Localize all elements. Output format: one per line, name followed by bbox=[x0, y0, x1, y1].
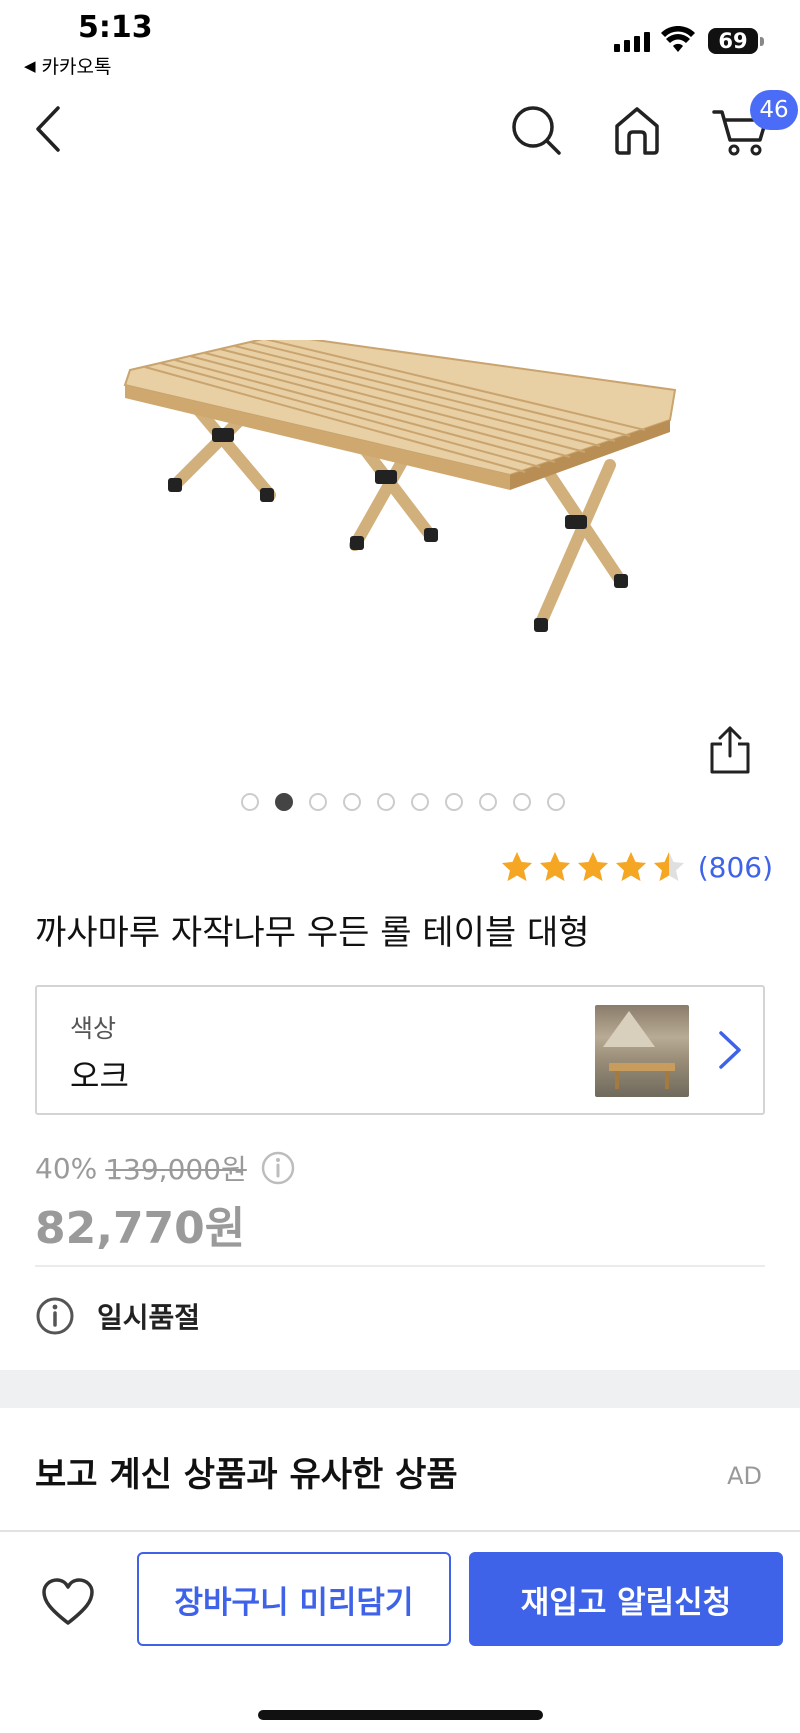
star-icon bbox=[615, 852, 646, 881]
pagination-dot[interactable] bbox=[444, 793, 463, 811]
review-count[interactable]: (806) bbox=[698, 851, 773, 884]
option-label: 색상 bbox=[70, 1014, 117, 1043]
star-rating bbox=[500, 850, 686, 884]
pagination-dot[interactable] bbox=[240, 793, 259, 811]
similar-products-title: 보고 계신 상품과 유사한 상품 bbox=[35, 1455, 458, 1495]
pagination-dot[interactable] bbox=[478, 793, 497, 811]
info-icon bbox=[36, 1297, 74, 1335]
search-icon[interactable] bbox=[510, 104, 562, 156]
signal-icon bbox=[614, 30, 650, 52]
chevron-left-icon[interactable] bbox=[30, 104, 70, 154]
add-to-cart-button[interactable]: 장바구니 미리담기 bbox=[137, 1552, 451, 1646]
share-icon[interactable] bbox=[706, 724, 754, 776]
cart-count-badge: 46 bbox=[750, 90, 798, 130]
pagination-dot[interactable] bbox=[512, 793, 531, 811]
discount-rate: 40% bbox=[35, 1151, 98, 1185]
pagination-dot[interactable] bbox=[376, 793, 395, 811]
divider bbox=[35, 1265, 765, 1267]
sale-price: 82,770원 bbox=[35, 1203, 246, 1254]
star-icon bbox=[501, 852, 532, 881]
rating-summary[interactable]: (806) bbox=[500, 850, 773, 884]
wifi-icon bbox=[661, 26, 695, 52]
option-thumbnail bbox=[595, 1005, 689, 1097]
home-icon[interactable] bbox=[612, 104, 662, 156]
stock-status: 일시품절 bbox=[35, 1296, 200, 1336]
star-icon bbox=[653, 852, 684, 881]
image-pagination bbox=[0, 793, 800, 811]
back-app-label: 카카오톡 bbox=[41, 56, 112, 78]
pagination-dot[interactable] bbox=[308, 793, 327, 811]
star-icon bbox=[577, 852, 608, 881]
home-indicator bbox=[258, 1710, 543, 1720]
battery-icon: 69 bbox=[708, 28, 764, 54]
pagination-dot[interactable] bbox=[546, 793, 565, 811]
original-price: 139,000원 bbox=[105, 1153, 247, 1186]
option-value: 오크 bbox=[70, 1057, 129, 1095]
product-title: 까사마루 자작나무 우든 롤 테이블 대형 bbox=[35, 913, 590, 953]
pagination-dot[interactable] bbox=[274, 793, 293, 811]
product-image[interactable] bbox=[100, 340, 700, 700]
back-triangle-icon: ◀ bbox=[24, 56, 36, 75]
back-to-app-link[interactable]: ◀ 카카오톡 bbox=[24, 52, 111, 79]
stock-status-text: 일시품절 bbox=[97, 1301, 201, 1334]
price-row: 40% 139,000원 bbox=[35, 1148, 295, 1188]
chevron-right-icon bbox=[719, 1031, 741, 1069]
option-selector[interactable]: 색상 오크 bbox=[35, 985, 765, 1115]
status-bar: 5:13 ◀ 카카오톡 69 bbox=[0, 0, 800, 80]
status-time: 5:13 bbox=[78, 10, 153, 45]
info-icon[interactable] bbox=[261, 1151, 295, 1185]
heart-icon[interactable] bbox=[40, 1576, 96, 1628]
bottom-action-bar: 장바구니 미리담기 재입고 알림신청 bbox=[0, 1530, 800, 1733]
star-icon bbox=[539, 852, 570, 881]
pagination-dot[interactable] bbox=[410, 793, 429, 811]
section-divider bbox=[0, 1370, 800, 1408]
top-navigation: 46 bbox=[0, 90, 800, 170]
pagination-dot[interactable] bbox=[342, 793, 361, 811]
restock-alert-button[interactable]: 재입고 알림신청 bbox=[469, 1552, 783, 1646]
ad-label: AD bbox=[727, 1462, 762, 1490]
